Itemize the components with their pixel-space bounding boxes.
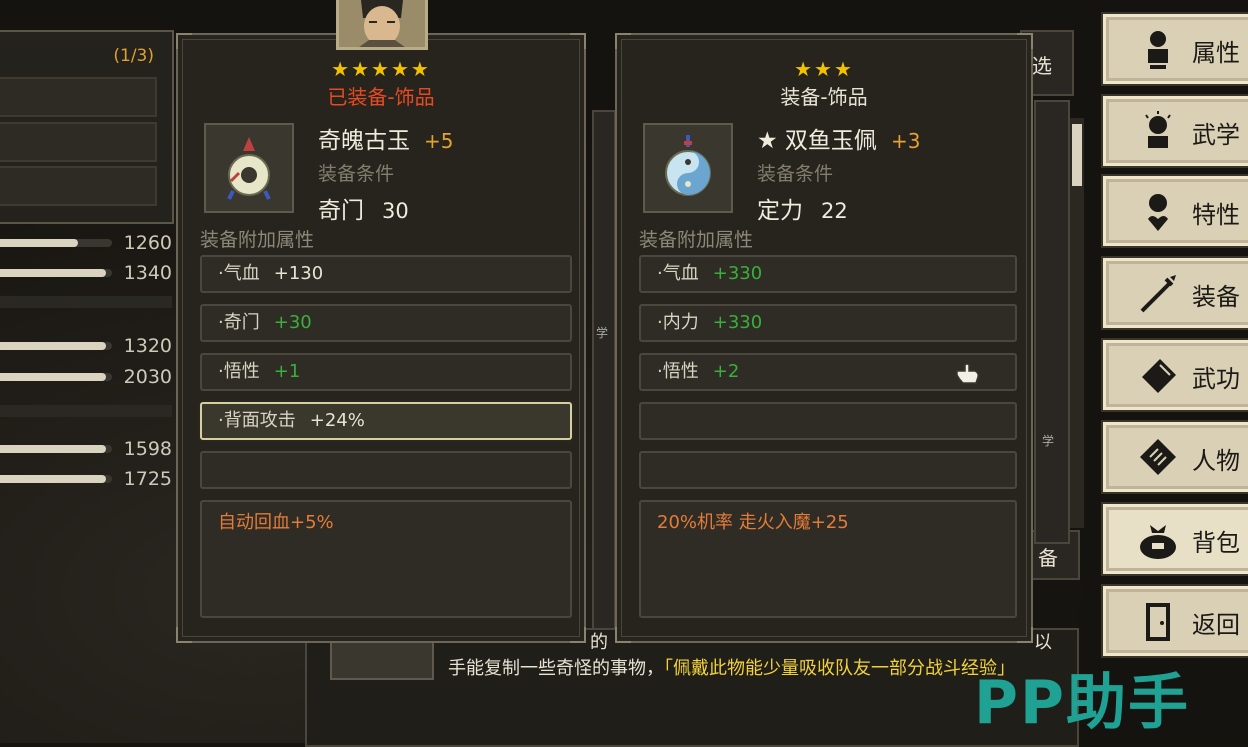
item-name: 奇魄古玉 +5: [318, 128, 454, 154]
special-effect: 20%机率 走火入魔+25: [639, 500, 1017, 618]
description-fragment: 以: [1034, 632, 1052, 653]
menu-martial-arts-button[interactable]: 武学: [1103, 96, 1248, 166]
character-portrait: [336, 0, 428, 50]
item-type-tag: 装备-饰品: [780, 85, 868, 109]
person-aura-icon: [1145, 111, 1171, 148]
list-fragment: 学: [1034, 100, 1070, 544]
attribute-slot: ·内力 +330: [639, 304, 1017, 342]
stat-row: 1598: [0, 438, 172, 460]
item-name: ★ 双鱼玉佩 +3: [757, 128, 921, 154]
bonus-attributes-label: 装备附加属性: [200, 229, 315, 251]
party-slot[interactable]: [0, 166, 157, 206]
bag-icon: [1140, 525, 1176, 559]
menu-attributes-button[interactable]: 属性: [1103, 14, 1248, 84]
attribute-slot: ·悟性 +1: [200, 353, 572, 391]
menu-traits-button[interactable]: 特性: [1103, 176, 1248, 246]
scrollbar-thumb[interactable]: [1072, 124, 1082, 186]
description-item-icon: [330, 640, 434, 680]
list-fragment: 学: [592, 110, 616, 634]
stat-row: 1340: [0, 262, 172, 284]
requirement-value: 定力 22: [757, 198, 848, 224]
attribute-slot-empty: [639, 402, 1017, 440]
special-effect: 自动回血+5%: [200, 500, 572, 618]
attribute-slot: ·气血 +130: [200, 255, 572, 293]
rarity-stars: ★★★: [794, 57, 854, 81]
item-icon-box: [643, 123, 733, 213]
sword-icon: [1140, 275, 1176, 313]
fish-pendant-icon: [665, 135, 711, 196]
jade-pendant-icon: [227, 137, 271, 200]
stat-row: 1725: [0, 468, 172, 490]
scroll-icon: [1140, 439, 1176, 475]
menu-inventory-button[interactable]: 背包: [1103, 504, 1248, 574]
description-fragment: 的: [590, 632, 608, 653]
party-count: (1/3): [113, 46, 154, 66]
menu-back-button[interactable]: 返回: [1103, 586, 1248, 656]
watermark: PP助手: [974, 668, 1190, 738]
book-icon: [1142, 359, 1176, 393]
menu-skills-button[interactable]: 武功: [1103, 340, 1248, 410]
item-description: 手能复制一些奇怪的事物，「佩戴此物能少量吸收队友一部分战斗经验」: [448, 658, 1015, 679]
door-icon: [1146, 603, 1170, 641]
stat-row: 1260: [0, 232, 172, 254]
requirement-label: 装备条件: [318, 163, 395, 185]
menu-equipment-button[interactable]: 装备: [1103, 258, 1248, 328]
attribute-slot: ·气血 +330: [639, 255, 1017, 293]
equipped-tag: 已装备-饰品: [327, 85, 435, 109]
attribute-slot-highlighted: ·背面攻击 +24%: [200, 402, 572, 440]
party-stats-panel: (1/3): [0, 30, 174, 224]
party-slot[interactable]: [0, 122, 157, 162]
requirement-label: 装备条件: [757, 163, 834, 185]
hand-cursor-icon: [956, 363, 979, 384]
bonus-attributes-label: 装备附加属性: [639, 229, 754, 251]
person-heart-icon: [1148, 194, 1168, 231]
stat-row: 1320: [0, 335, 172, 357]
person-icon: [1148, 31, 1168, 69]
requirement-value: 奇门 30: [318, 198, 409, 224]
rarity-stars: ★★★★★: [331, 57, 431, 81]
stat-row: 2030: [0, 366, 172, 388]
character-face-icon: [339, 0, 425, 47]
attribute-slot: ·悟性 +2: [639, 353, 1017, 391]
party-slot[interactable]: [0, 77, 157, 117]
item-icon-box: [204, 123, 294, 213]
menu-characters-button[interactable]: 人物: [1103, 422, 1248, 492]
attribute-slot-empty: [200, 451, 572, 489]
attribute-slot: ·奇门 +30: [200, 304, 572, 342]
equipped-item-panel: ★★★★★ 已装备-饰品 奇魄古玉 +5 装备条件 奇门 30 装备附加属性 ·气血…: [176, 33, 586, 643]
attribute-slot-empty: [639, 451, 1017, 489]
compare-item-panel: ★★★ 装备-饰品 ★ 双鱼玉佩 +3 装备条件 定力 22 装备附加属性 ·气血 +…: [615, 33, 1033, 643]
